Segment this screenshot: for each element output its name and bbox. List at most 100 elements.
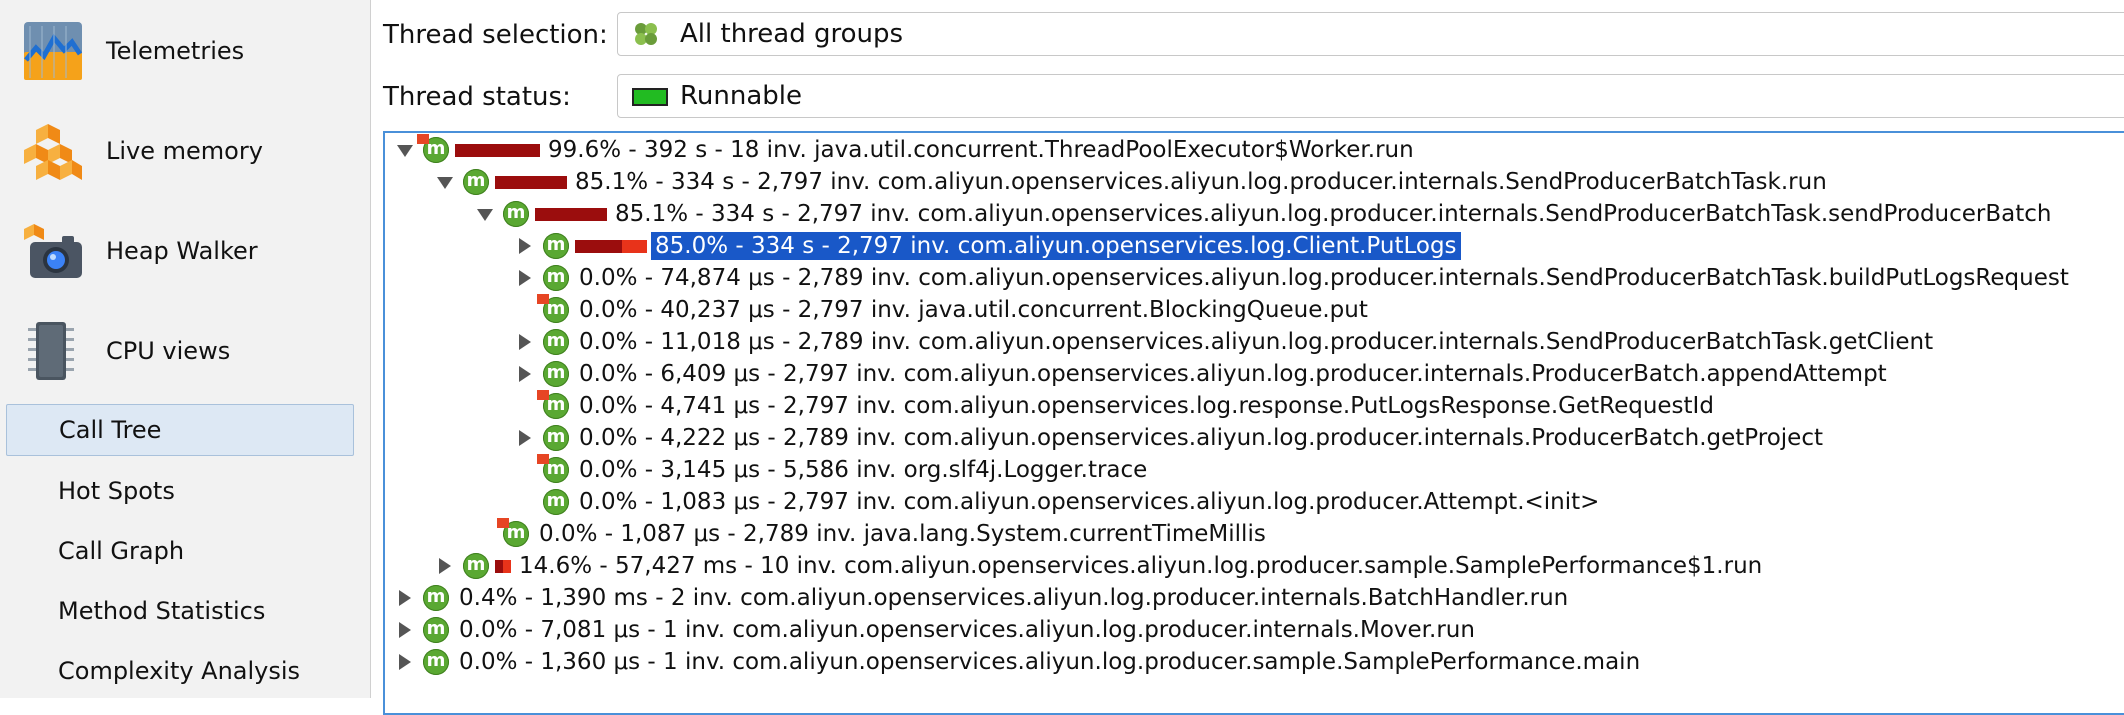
sub-item-label: Hot Spots [58,477,175,505]
expand-arrow-right-icon[interactable] [519,366,531,382]
call-tree[interactable]: m 99.6% - 392 s - 18 inv. java.util.concu… [383,131,2124,715]
overridden-method-flag-icon [537,390,549,400]
thread-status-label: Thread status: [383,82,571,112]
expand-arrow-right-icon[interactable] [399,654,411,670]
method-icon: m [497,518,529,547]
method-icon: m [543,489,569,515]
tree-row[interactable]: m 85.1% - 334 s - 2,797 inv. com.aliyun.o… [385,166,2124,198]
tree-row-label: 14.6% - 57,427 ms - 10 inv. com.aliyun.o… [519,553,1763,579]
tree-row[interactable]: m 0.4% - 1,390 ms - 2 inv. com.aliyun.ope… [385,582,2124,614]
sub-item-complexity-analysis[interactable]: Complexity Analysis [6,646,352,696]
tree-row-label: 0.0% - 4,741 μs - 2,797 inv. com.aliyun.… [579,393,1714,419]
self-time-bar-segment [621,240,647,253]
nav-label-heap-walker: Heap Walker [106,237,258,265]
heap-walker-camera-icon [24,224,82,278]
tree-row-label: 0.0% - 1,083 μs - 2,797 inv. com.aliyun.… [579,489,1600,515]
live-memory-blocks-icon [24,124,82,180]
expand-arrow-down-icon[interactable] [437,177,453,189]
expand-arrow-right-icon[interactable] [519,270,531,286]
tree-row-label: 0.0% - 6,409 μs - 2,797 inv. com.aliyun.… [579,361,1887,387]
nav-cpu-views[interactable]: CPU views [0,306,370,396]
time-percentage-bar [535,208,607,221]
expand-arrow-right-icon[interactable] [439,558,451,574]
sub-item-call-tree[interactable]: Call Tree [6,404,354,456]
tree-row[interactable]: m 0.0% - 1,083 μs - 2,797 inv. com.aliyun… [385,486,2124,518]
tree-row-label: 0.0% - 3,145 μs - 5,586 inv. org.slf4j.L… [579,457,1148,483]
thread-selection-row: Thread selection: All thread groups [371,12,2124,56]
tree-row[interactable]: m 14.6% - 57,427 ms - 10 inv. com.aliyun.… [385,550,2124,582]
sub-item-label: Method Statistics [58,597,266,625]
expand-arrow-down-icon[interactable] [477,209,493,221]
tree-row-label: 0.4% - 1,390 ms - 2 inv. com.aliyun.open… [459,585,1569,611]
sub-item-label: Call Graph [58,537,185,565]
tree-row[interactable]: m 85.0% - 334 s - 2,797 inv. com.aliyun.o… [385,230,2124,262]
method-icon: m [543,425,569,451]
thread-status-value: Runnable [680,81,802,111]
tree-row-label: 0.0% - 40,237 μs - 2,797 inv. java.util.… [579,297,1368,323]
overridden-method-flag-icon [537,454,549,464]
tree-row-label: 0.0% - 74,874 μs - 2,789 inv. com.aliyun… [579,265,2069,291]
method-icon: m [537,454,569,483]
call-tree-view: Thread selection: All thread groups Thre… [371,0,2124,715]
method-icon: m [423,617,449,643]
method-icon: m [543,361,569,387]
expand-arrow-right-icon[interactable] [399,590,411,606]
nav-label-cpu-views: CPU views [106,337,231,365]
tree-row[interactable]: m 0.0% - 4,741 μs - 2,797 inv. com.aliyun… [385,390,2124,422]
tree-row[interactable]: m 99.6% - 392 s - 18 inv. java.util.concu… [385,134,2124,166]
method-icon: m [537,390,569,419]
overridden-method-flag-icon [417,134,429,144]
thread-selection-label: Thread selection: [383,20,608,50]
method-icon: m [543,233,569,259]
tree-row-label: 0.0% - 1,087 μs - 2,789 inv. java.lang.S… [539,521,1266,547]
tree-row-label: 99.6% - 392 s - 18 inv. java.util.concur… [548,137,1414,163]
sub-item-method-statistics[interactable]: Method Statistics [6,586,352,636]
tree-row[interactable]: m 0.0% - 4,222 μs - 2,789 inv. com.aliyun… [385,422,2124,454]
nav-telemetries[interactable]: Telemetries [0,6,370,96]
tree-row[interactable]: m 0.0% - 3,145 μs - 5,586 inv. org.slf4j.… [385,454,2124,486]
nav-heap-walker[interactable]: Heap Walker [0,206,370,296]
tree-row[interactable]: m 0.0% - 7,081 μs - 1 inv. com.aliyun.ope… [385,614,2124,646]
sub-item-label: Complexity Analysis [58,657,301,685]
method-icon: m [417,134,449,163]
tree-row[interactable]: m 0.0% - 40,237 μs - 2,797 inv. java.util… [385,294,2124,326]
time-percentage-bar [455,144,540,157]
time-percentage-bar [495,176,567,189]
expand-arrow-right-icon[interactable] [399,622,411,638]
thread-selection-dropdown[interactable]: All thread groups [617,12,2124,56]
tree-row-label: 0.0% - 11,018 μs - 2,789 inv. com.aliyun… [579,329,1934,355]
tree-row[interactable]: m 85.1% - 334 s - 2,797 inv. com.aliyun.o… [385,198,2124,230]
method-icon: m [537,294,569,323]
expand-arrow-right-icon[interactable] [519,430,531,446]
tree-row-label-selected: 85.0% - 334 s - 2,797 inv. com.aliyun.op… [651,232,1461,260]
nav-label-telemetries: Telemetries [106,37,245,65]
expand-arrow-right-icon[interactable] [519,238,531,254]
tree-row-label: 85.1% - 334 s - 2,797 inv. com.aliyun.op… [575,169,1827,195]
thread-selection-value: All thread groups [680,19,904,49]
sub-item-call-graph[interactable]: Call Graph [6,526,352,576]
tree-row-label: 0.0% - 7,081 μs - 1 inv. com.aliyun.open… [459,617,1475,643]
tree-row-label: 85.1% - 334 s - 2,797 inv. com.aliyun.op… [615,201,2052,227]
thread-status-dropdown[interactable]: Runnable [617,74,2124,118]
time-percentage-bar [575,240,647,253]
method-icon: m [463,553,489,579]
method-icon: m [423,649,449,675]
runnable-status-icon [632,88,668,106]
tree-row[interactable]: m 0.0% - 1,360 μs - 1 inv. com.aliyun.ope… [385,646,2124,678]
expand-arrow-right-icon[interactable] [519,334,531,350]
tree-row[interactable]: m 0.0% - 1,087 μs - 2,789 inv. java.lang.… [385,518,2124,550]
tree-row-label: 0.0% - 1,360 μs - 1 inv. com.aliyun.open… [459,649,1641,675]
nav-label-live-memory: Live memory [106,137,263,165]
self-time-bar-segment [503,560,511,573]
expand-arrow-down-icon[interactable] [397,145,413,157]
cpu-chip-icon [28,322,74,380]
overridden-method-flag-icon [497,518,509,528]
nav-live-memory[interactable]: Live memory [0,106,370,196]
tree-row[interactable]: m 0.0% - 74,874 μs - 2,789 inv. com.aliyu… [385,262,2124,294]
sidebar: Telemetries Live memory Heap Walker CPU … [0,0,371,698]
tree-row[interactable]: m 0.0% - 6,409 μs - 2,797 inv. com.aliyun… [385,358,2124,390]
method-icon: m [463,169,489,195]
sub-item-hot-spots[interactable]: Hot Spots [6,466,352,516]
tree-row[interactable]: m 0.0% - 11,018 μs - 2,789 inv. com.aliyu… [385,326,2124,358]
method-icon: m [423,585,449,611]
